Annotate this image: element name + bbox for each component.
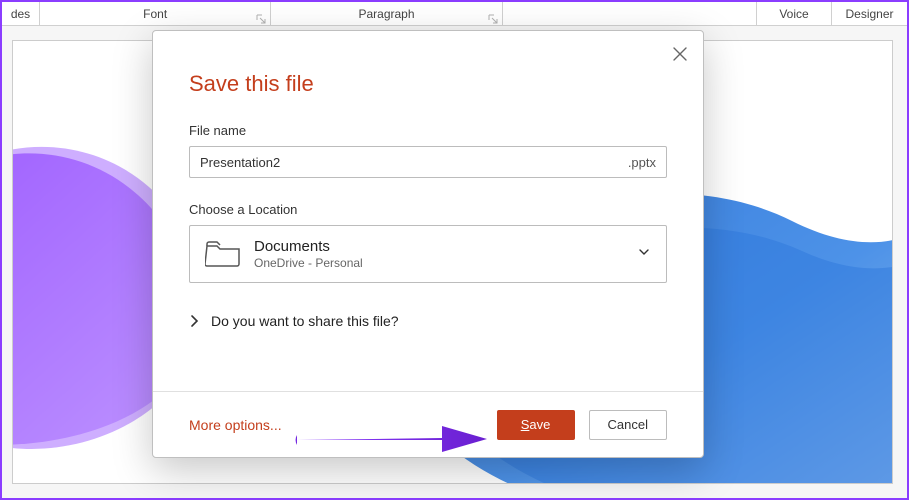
share-prompt-text: Do you want to share this file? [211,313,399,329]
save-button-label: ave [529,417,550,432]
ribbon-bar: des Font Paragraph Voice Designer [2,2,907,26]
ribbon-group-paragraph-label: Paragraph [358,7,414,21]
save-file-dialog: Save this file File name .pptx Choose a … [152,30,704,458]
chevron-right-icon [189,314,199,328]
dialog-launcher-icon[interactable] [256,13,266,23]
dialog-title: Save this file [189,71,667,97]
ribbon-group-font-label: Font [143,7,167,21]
folder-icon [202,237,244,271]
ribbon-group-voice[interactable]: Voice [757,2,832,25]
save-button[interactable]: Save [497,410,575,440]
cancel-button-label: Cancel [608,417,648,432]
ribbon-group-left: des [2,2,40,25]
filename-input[interactable] [200,155,622,170]
file-extension-label: .pptx [628,155,656,170]
filename-label: File name [189,123,667,138]
dialog-footer: More options... Save Cancel [153,391,703,457]
ribbon-voice-label: Voice [779,7,808,21]
location-sublabel: OneDrive - Personal [254,256,638,270]
ribbon-group-paragraph[interactable]: Paragraph [271,2,502,25]
filename-field[interactable]: .pptx [189,146,667,178]
chevron-down-icon [638,245,654,263]
ribbon-group-blank [503,2,757,25]
location-label: Choose a Location [189,202,667,217]
cancel-button[interactable]: Cancel [589,410,667,440]
close-button[interactable] [667,41,693,67]
close-icon [673,47,687,61]
location-picker[interactable]: Documents OneDrive - Personal [189,225,667,283]
dialog-launcher-icon[interactable] [488,13,498,23]
location-name: Documents [254,238,638,256]
ribbon-left-label: des [11,7,30,21]
share-expander[interactable]: Do you want to share this file? [189,309,667,333]
more-options-link[interactable]: More options... [189,417,282,433]
ribbon-group-designer[interactable]: Designer [832,2,907,25]
ribbon-group-font[interactable]: Font [40,2,271,25]
ribbon-designer-label: Designer [846,7,894,21]
